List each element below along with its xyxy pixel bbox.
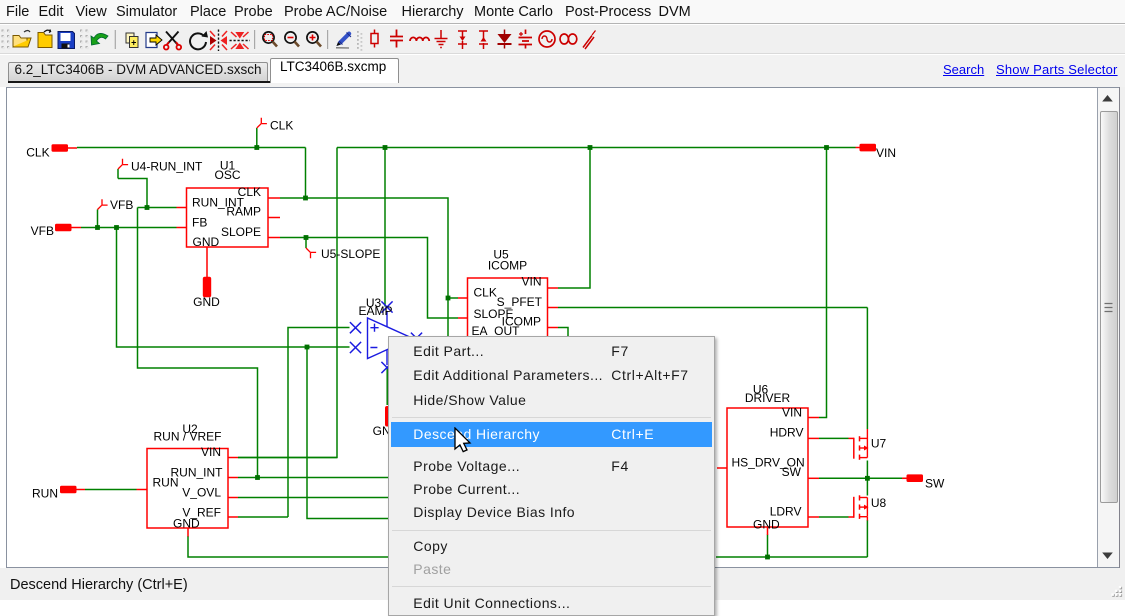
svg-text:OSC: OSC: [214, 168, 240, 182]
svg-text:CLK: CLK: [26, 146, 49, 160]
svg-text:CLK: CLK: [238, 185, 261, 199]
svg-text:GND: GND: [173, 517, 200, 531]
svg-text:RUN: RUN: [32, 487, 58, 501]
svg-text:CLK: CLK: [474, 286, 497, 300]
svg-text:VIN: VIN: [782, 406, 802, 420]
svg-text:RUN: RUN: [153, 476, 179, 490]
svg-text:VIN: VIN: [876, 146, 896, 160]
svg-text:EAMP: EAMP: [358, 304, 392, 318]
svg-text:U8: U8: [871, 496, 887, 510]
svg-text:VFB: VFB: [110, 198, 133, 212]
svg-text:FB: FB: [192, 216, 207, 230]
svg-text:VIN: VIN: [521, 275, 541, 289]
svg-text:RAMP: RAMP: [226, 205, 261, 219]
svg-text:CLK: CLK: [270, 119, 293, 133]
svg-text:SLOPE: SLOPE: [221, 225, 261, 239]
svg-text:GND: GND: [193, 235, 220, 249]
svg-text:GND: GND: [193, 295, 220, 309]
svg-text:SW: SW: [925, 477, 945, 491]
svg-text:U5-SLOPE: U5-SLOPE: [321, 247, 380, 261]
svg-text:VIN: VIN: [201, 445, 221, 459]
svg-text:U4-RUN_INT: U4-RUN_INT: [131, 160, 203, 174]
svg-text:RUN / VREF: RUN / VREF: [153, 430, 221, 444]
svg-text:VFB: VFB: [31, 224, 54, 238]
svg-text:LDRV: LDRV: [770, 505, 802, 519]
svg-text:HDRV: HDRV: [770, 426, 804, 440]
svg-text:HS_DRV_ON: HS_DRV_ON: [732, 456, 805, 470]
svg-text:DRIVER: DRIVER: [745, 391, 791, 405]
svg-text:U7: U7: [871, 437, 887, 451]
svg-text:ICOMP: ICOMP: [488, 259, 527, 273]
svg-text:SLOPE: SLOPE: [474, 307, 514, 321]
svg-text:V_OVL: V_OVL: [182, 486, 221, 500]
svg-text:GND: GND: [753, 518, 780, 532]
